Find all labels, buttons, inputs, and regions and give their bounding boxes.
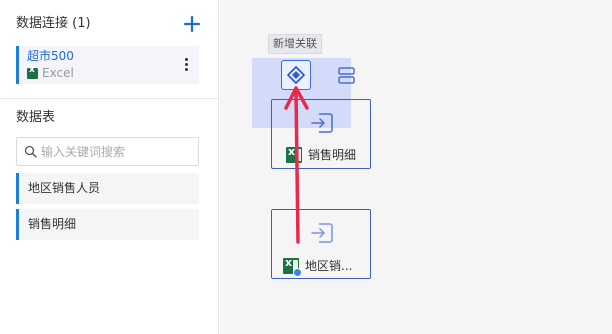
node-label-row: 销售明细 <box>286 145 357 163</box>
connection-type: Excel <box>42 66 74 80</box>
connection-item[interactable]: 超市500 Excel <box>16 46 199 84</box>
union-icon-button[interactable] <box>332 60 360 90</box>
import-icon <box>311 223 333 243</box>
excel-icon <box>286 145 302 163</box>
data-connections-title: 数据连接 (1) <box>16 16 91 31</box>
excel-icon <box>283 256 302 277</box>
node-label-row: 地区销... <box>283 256 353 277</box>
import-icon <box>311 113 333 133</box>
tables-title: 数据表 <box>16 110 56 125</box>
table-node-sales-detail[interactable]: 销售明细 <box>271 99 371 169</box>
divider <box>0 98 219 99</box>
excel-icon <box>27 65 38 79</box>
search-input[interactable] <box>41 143 191 161</box>
connection-source: Excel <box>27 65 74 80</box>
model-canvas[interactable]: 新增关联 销售明细 地区销... <box>220 0 612 334</box>
search-icon <box>24 145 37 158</box>
table-search-box[interactable] <box>16 137 199 166</box>
more-options-icon[interactable] <box>185 58 189 72</box>
tooltip: 新增关联 <box>268 34 322 54</box>
node-label: 地区销... <box>305 259 353 273</box>
table-item-region-sales[interactable]: 地区销售人员 <box>16 173 199 204</box>
node-label: 销售明细 <box>308 148 357 162</box>
add-connection-icon[interactable] <box>182 14 202 34</box>
union-icon <box>338 67 355 84</box>
data-connections-header: 数据连接 (1) <box>16 14 202 34</box>
table-item-label: 地区销售人员 <box>28 181 101 195</box>
join-icon-button[interactable] <box>281 60 311 90</box>
connection-name: 超市500 <box>27 49 74 63</box>
table-item-sales-detail[interactable]: 销售明细 <box>16 209 199 240</box>
table-item-label: 销售明细 <box>28 217 77 231</box>
join-icon <box>287 66 305 84</box>
check-badge-icon <box>293 268 302 277</box>
left-panel: 数据连接 (1) 超市500 Excel 数据表 地区销售人员 销售明细 <box>0 0 219 334</box>
table-node-region-sales[interactable]: 地区销... <box>271 209 371 279</box>
